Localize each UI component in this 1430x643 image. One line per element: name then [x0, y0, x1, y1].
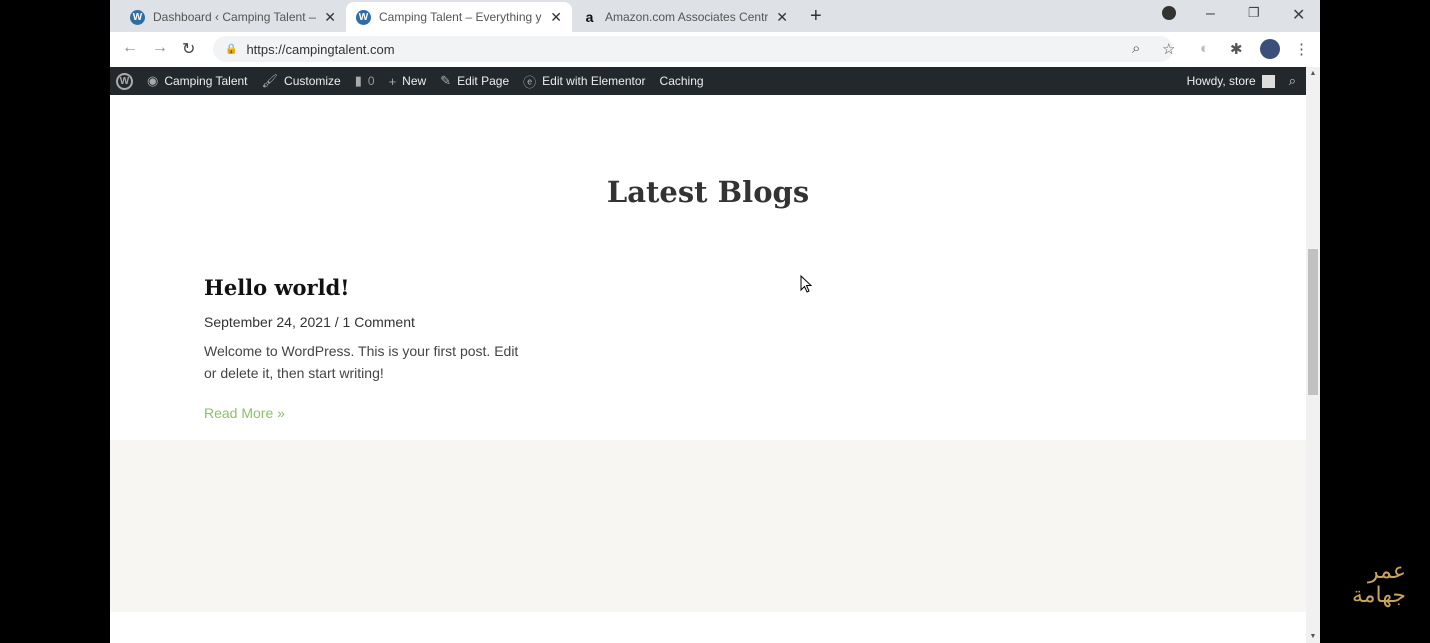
- scroll-down-icon[interactable]: ▼: [1306, 633, 1320, 640]
- tab-amazon[interactable]: a Amazon.com Associates Central ✕: [572, 2, 798, 32]
- extension-icon[interactable]: ◐: [1200, 40, 1209, 57]
- admin-edit-elementor[interactable]: ⓔ Edit with Elementor: [523, 72, 645, 91]
- section-title: Latest Blogs: [606, 175, 810, 209]
- back-button[interactable]: ←: [122, 39, 138, 57]
- close-window-button[interactable]: ✕: [1292, 5, 1305, 25]
- watermark-logo: عمر جهامة: [1351, 559, 1406, 608]
- wordpress-icon: W: [356, 9, 371, 25]
- reload-button[interactable]: ↻: [182, 39, 195, 59]
- bookmark-star-icon[interactable]: ☆: [1162, 40, 1175, 58]
- scrollbar-thumb[interactable]: [1308, 249, 1318, 395]
- restore-button[interactable]: ❐: [1248, 5, 1260, 21]
- mouse-cursor-icon: [800, 275, 813, 293]
- admin-new[interactable]: + New: [389, 74, 427, 89]
- tab-dashboard[interactable]: WDashboard ‹ Camping Talent — W✕: [120, 2, 346, 32]
- dashboard-icon: ◉: [147, 73, 159, 88]
- avatar[interactable]: [1260, 39, 1280, 59]
- close-icon[interactable]: ✕: [324, 9, 336, 26]
- profile-menu-icon[interactable]: [1162, 6, 1176, 20]
- amazon-icon: a: [585, 9, 594, 25]
- post-excerpt: Welcome to WordPress. This is your first…: [204, 343, 519, 381]
- address-input[interactable]: 🔒 https://campingtalent.com: [213, 36, 1173, 62]
- extensions-puzzle-icon[interactable]: ✱: [1230, 40, 1243, 58]
- admin-customize[interactable]: 🖌 Customize: [262, 73, 341, 89]
- footer-band: [110, 440, 1306, 612]
- elementor-icon: ⓔ: [523, 74, 537, 90]
- tab-camping-talent[interactable]: W Camping Talent – Everything you ✕: [346, 2, 572, 32]
- minimize-button[interactable]: –: [1206, 5, 1215, 23]
- post-meta: September 24, 2021 / 1 Comment: [204, 314, 415, 330]
- forward-button[interactable]: →: [152, 39, 168, 57]
- admin-site-name[interactable]: ◉ Camping Talent: [147, 73, 248, 89]
- wp-admin-bar: W ◉ Camping Talent 🖌 Customize ▮ 0 + New ✎ Ed…: [110, 67, 1306, 95]
- admin-caching[interactable]: Caching: [660, 74, 704, 88]
- lock-icon: 🔒: [225, 43, 238, 55]
- read-more-link[interactable]: Read More »: [204, 405, 285, 421]
- scroll-up-icon[interactable]: ▲: [1306, 70, 1320, 77]
- brush-icon: 🖌: [261, 73, 279, 88]
- browser-window: WDashboard ‹ Camping Talent — W✕ WCampin…: [110, 0, 1320, 643]
- wordpress-icon: W: [130, 9, 145, 25]
- zoom-icon[interactable]: ⌕: [1132, 40, 1140, 57]
- scrollbar[interactable]: ▲ ▼: [1306, 67, 1320, 643]
- close-icon[interactable]: ✕: [550, 9, 562, 26]
- admin-edit-page[interactable]: ✎ Edit Page: [440, 73, 509, 89]
- admin-howdy[interactable]: Howdy, store: [1187, 74, 1256, 88]
- close-icon[interactable]: ✕: [776, 9, 788, 26]
- comment-icon: ▮: [354, 73, 362, 88]
- page-content: Latest Blogs Hello world! September 24, …: [110, 95, 1306, 643]
- admin-comments[interactable]: ▮ 0: [355, 73, 375, 89]
- pencil-icon: ✎: [440, 73, 452, 88]
- search-icon[interactable]: ⌕: [1289, 73, 1296, 89]
- user-avatar-icon: [1261, 74, 1275, 88]
- tab-strip: WDashboard ‹ Camping Talent — W✕ WCampin…: [110, 0, 1320, 32]
- menu-kebab-icon[interactable]: ⋮: [1294, 40, 1309, 58]
- plus-icon: +: [388, 73, 397, 89]
- wordpress-logo-icon[interactable]: W: [116, 72, 133, 90]
- address-bar-row: ← → ↻ 🔒 https://campingtalent.com ⌕ ☆ ◐ ✱…: [110, 32, 1320, 66]
- new-tab-button[interactable]: +: [810, 5, 822, 28]
- post-title[interactable]: Hello world!: [204, 275, 534, 300]
- blog-post-card: Hello world! September 24, 2021 / 1 Comm…: [204, 275, 534, 423]
